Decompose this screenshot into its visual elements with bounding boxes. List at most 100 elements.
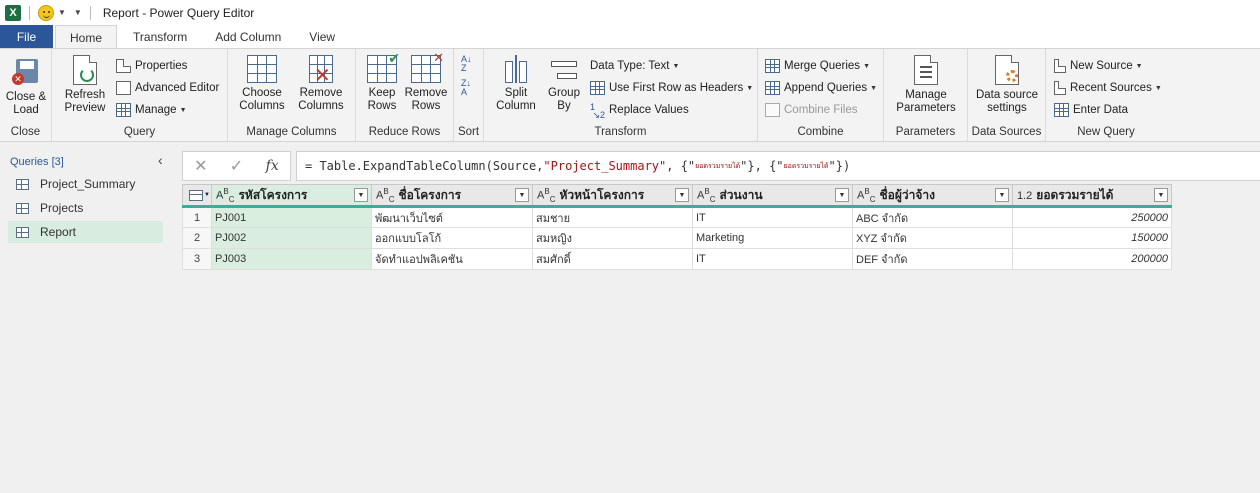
new-source-button[interactable]: New Source ▼: [1054, 57, 1143, 75]
column-header[interactable]: ABC ชื่อผู้ว่าจ้าง ▼: [852, 184, 1013, 208]
group-data-sources: Data source settings Data Sources: [968, 49, 1046, 141]
chevron-down-icon: ▼: [179, 106, 187, 114]
properties-button[interactable]: Properties: [116, 57, 187, 75]
query-item-label: Project_Summary: [40, 177, 136, 191]
recent-sources-button[interactable]: Recent Sources ▼: [1054, 79, 1162, 97]
split-column-button[interactable]: Split Column: [490, 55, 542, 113]
chevron-down-icon: ▼: [863, 62, 870, 70]
remove-rows-icon: ✕: [411, 50, 444, 83]
replace-values-button[interactable]: 1 ↘2 Replace Values: [590, 101, 689, 120]
text-type-icon[interactable]: ABC: [697, 187, 715, 204]
recent-sources-label: Recent Sources: [1070, 82, 1152, 94]
query-item-projects[interactable]: Projects: [8, 197, 163, 219]
text-type-icon[interactable]: ABC: [216, 187, 234, 204]
group-label-combine: Combine: [797, 126, 844, 138]
text-type-icon[interactable]: ABC: [857, 187, 875, 204]
smiley-dropdown-icon[interactable]: ▼: [58, 8, 66, 17]
combine-files-button[interactable]: Combine Files: [765, 101, 858, 119]
column-header[interactable]: ABC หัวหน้าโครงการ ▼: [532, 184, 693, 208]
merge-queries-button[interactable]: Merge Queries ▼: [765, 57, 870, 75]
sort-descending-icon[interactable]: Z↓ A: [461, 79, 471, 97]
table-cell[interactable]: PJ003: [211, 248, 372, 270]
table-cell[interactable]: DEF จำกัด: [852, 248, 1013, 270]
remove-columns-button[interactable]: ✕ Remove Columns: [292, 55, 350, 113]
group-close: ✕ Close & Load Close: [0, 49, 52, 141]
table-cell[interactable]: พัฒนาเว็บไซต์: [371, 206, 533, 228]
data-type-button[interactable]: Data Type: Text ▼: [590, 57, 679, 75]
chevron-down-icon: ▼: [1154, 84, 1162, 92]
append-queries-label: Append Queries: [784, 82, 868, 94]
table-cell[interactable]: สมหญิง: [532, 227, 693, 249]
table-cell[interactable]: IT: [692, 248, 853, 270]
table-cell[interactable]: IT: [692, 206, 853, 228]
table-cell[interactable]: Marketing: [692, 227, 853, 249]
table-cell[interactable]: สมศักดิ์: [532, 248, 693, 270]
tab-transform[interactable]: Transform: [119, 25, 201, 49]
cancel-icon[interactable]: ✕: [183, 156, 219, 176]
formula-input[interactable]: = Table.ExpandTableColumn(Source, "Proje…: [296, 151, 1260, 181]
table-row: 3 PJ003 จัดทำแอปพลิเคชัน สมศักดิ์ IT DEF…: [182, 248, 1172, 270]
manage-label: Manage: [135, 104, 177, 116]
column-filter-icon[interactable]: ▼: [835, 188, 849, 202]
table-cell[interactable]: 200000: [1012, 248, 1172, 270]
refresh-preview-button[interactable]: Refresh Preview: [58, 55, 112, 115]
data-source-settings-button[interactable]: Data source settings: [972, 55, 1042, 115]
feedback-smiley-icon[interactable]: [38, 4, 54, 21]
ribbon-tabs: File Home Transform Add Column View: [0, 25, 1260, 49]
enter-data-label: Enter Data: [1073, 104, 1128, 116]
tab-view[interactable]: View: [295, 25, 349, 49]
column-filter-icon[interactable]: ▼: [995, 188, 1009, 202]
column-filter-icon[interactable]: ▼: [515, 188, 529, 202]
table-cell[interactable]: สมชาย: [532, 206, 693, 228]
table-cell[interactable]: ออกแบบโลโก้: [371, 227, 533, 249]
row-number: 2: [182, 227, 212, 249]
formula-bar-controls: ✕ ✓ fx: [182, 151, 291, 181]
manage-button[interactable]: Manage ▼: [116, 101, 187, 119]
column-header[interactable]: 1.2 ยอดรวมรายได้ ▼: [1012, 184, 1172, 208]
choose-columns-button[interactable]: Choose Columns: [234, 55, 290, 113]
text-type-icon[interactable]: ABC: [537, 187, 555, 204]
column-name: หัวหน้าโครงการ: [559, 187, 645, 202]
tab-add-column[interactable]: Add Column: [201, 25, 295, 49]
collapse-pane-icon[interactable]: ‹: [158, 152, 163, 168]
enter-data-button[interactable]: Enter Data: [1054, 101, 1128, 119]
merge-queries-icon: [765, 59, 780, 73]
confirm-icon[interactable]: ✓: [219, 156, 255, 176]
table-cell[interactable]: PJ001: [211, 206, 372, 228]
close-load-button[interactable]: ✕ Close & Load: [4, 55, 48, 117]
tab-file[interactable]: File: [0, 25, 53, 49]
table-menu-button[interactable]: ▼: [182, 184, 212, 208]
query-item-project-summary[interactable]: Project_Summary: [8, 173, 163, 195]
table-cell[interactable]: 250000: [1012, 206, 1172, 228]
table-cell[interactable]: XYZ จำกัด: [852, 227, 1013, 249]
table-cell[interactable]: จัดทำแอปพลิเคชัน: [371, 248, 533, 270]
column-filter-icon[interactable]: ▼: [675, 188, 689, 202]
column-filter-icon[interactable]: ▼: [354, 188, 368, 202]
column-header[interactable]: ABC ชื่อโครงการ ▼: [371, 184, 533, 208]
table-cell[interactable]: 150000: [1012, 227, 1172, 249]
advanced-editor-label: Advanced Editor: [135, 82, 220, 94]
first-row-headers-label: Use First Row as Headers: [609, 82, 744, 94]
group-label-manage-columns: Manage Columns: [246, 126, 337, 138]
decimal-type-icon[interactable]: 1.2: [1017, 190, 1032, 202]
fx-icon[interactable]: fx: [254, 158, 290, 174]
group-by-button[interactable]: Group By: [544, 55, 584, 113]
sort-ascending-icon[interactable]: A↓ Z: [461, 55, 472, 73]
table-cell[interactable]: ABC จำกัด: [852, 206, 1013, 228]
table-cell[interactable]: PJ002: [211, 227, 372, 249]
text-type-icon[interactable]: ABC: [376, 187, 394, 204]
use-first-row-headers-button[interactable]: Use First Row as Headers ▼: [590, 79, 753, 97]
group-new-query: New Source ▼ Recent Sources ▼ Enter Data…: [1046, 49, 1166, 141]
append-queries-button[interactable]: Append Queries ▼: [765, 79, 877, 97]
quick-access-dropdown-icon[interactable]: ▼: [74, 8, 82, 17]
column-header[interactable]: ABC รหัสโครงการ ▼: [211, 184, 372, 208]
tab-home[interactable]: Home: [55, 25, 118, 49]
excel-logo-icon: X: [5, 4, 21, 21]
keep-rows-button[interactable]: ✔ Keep Rows: [362, 50, 402, 113]
manage-parameters-button[interactable]: Manage Parameters: [890, 55, 962, 115]
advanced-editor-button[interactable]: Advanced Editor: [116, 79, 219, 97]
remove-rows-button[interactable]: ✕ Remove Rows: [404, 50, 448, 113]
query-item-report[interactable]: Report: [8, 221, 163, 243]
column-filter-icon[interactable]: ▼: [1154, 188, 1168, 202]
column-header[interactable]: ABC ส่วนงาน ▼: [692, 184, 853, 208]
